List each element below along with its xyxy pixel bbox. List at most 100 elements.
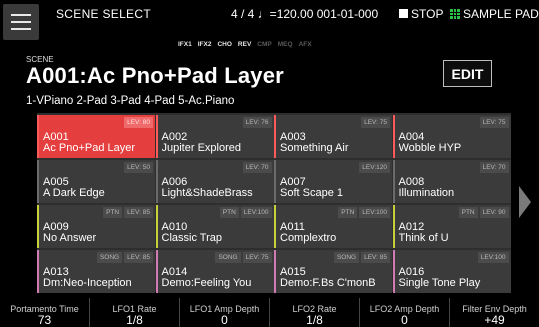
pattern-badge: PTN	[458, 207, 478, 218]
song-badge: SONG	[96, 252, 123, 263]
effect-indicators: IFX1 IFX2 CHO REV CMP MEQ AFX	[178, 41, 312, 48]
menu-icon	[11, 28, 31, 30]
scene-cell[interactable]: PTN LEV:100 A011 Complextro	[274, 205, 392, 248]
scene-tags: LEV:100	[477, 252, 509, 263]
edit-button[interactable]: EDIT	[443, 60, 492, 87]
next-page-arrow-icon[interactable]	[519, 186, 531, 218]
scene-tags: SONG LEV: 85	[96, 252, 153, 263]
scene-name: Demo:F.Bs C'monB	[280, 277, 376, 289]
effect-indicator-cmp: CMP	[257, 41, 272, 48]
scene-tags: LEV: 50	[124, 162, 153, 173]
effect-indicator-ifx2: IFX2	[197, 41, 212, 48]
scene-tags: LEV: 70	[479, 162, 509, 173]
scene-name: Something Air	[280, 142, 349, 154]
scene-name: A Dark Edge	[43, 187, 105, 199]
level-badge: LEV: 75	[361, 117, 390, 128]
scene-cell[interactable]: LEV: 70 A006 Light&ShadeBrass	[155, 160, 274, 203]
stop-icon	[399, 9, 408, 18]
scene-name: Complextro	[280, 232, 337, 244]
scene-cell[interactable]: SONG LEV: 85 A013 Dm:Neo-Inception	[37, 250, 155, 293]
parameter-knob[interactable]: LFO2 Amp Depth 0	[359, 298, 449, 327]
level-badge: LEV: 85	[124, 207, 153, 218]
scene-grid: LEV: 80 A001 Ac Pno+Pad Layer LEV: 76 A002 Ju…	[37, 113, 511, 293]
parameter-knob[interactable]: LFO1 Amp Depth 0	[179, 298, 269, 327]
top-bar: SCENE SELECT 4 / 4 ♩=120.00 001-01-000 S…	[0, 0, 539, 40]
scene-name: Jupiter Explored	[161, 142, 242, 154]
scene-cell[interactable]: SONG LEV: 75 A014 Demo:Feeling You	[155, 250, 274, 293]
scene-tags: LEV: 75	[479, 117, 509, 128]
sample-pad-label[interactable]: SAMPLE PAD	[463, 7, 539, 21]
scene-name: Light&ShadeBrass	[161, 187, 253, 199]
level-badge: LEV: 80	[124, 117, 153, 128]
scene-name: Dm:Neo-Inception	[43, 277, 132, 289]
level-badge: LEV: 85	[124, 252, 153, 263]
level-badge: LEV: 76	[242, 117, 272, 128]
transport-status: STOP	[411, 7, 444, 21]
scene-parts: 1-VPiano 2-Pad 3-Pad 4-Pad 5-Ac.Piano	[26, 95, 235, 107]
level-badge: LEV:100	[240, 207, 272, 218]
pattern-badge: PTN	[338, 207, 358, 218]
scene-title: A001:Ac Pno+Pad Layer	[26, 63, 284, 88]
scene-tags: PTN LEV: 85	[103, 207, 153, 218]
scene-cell[interactable]: LEV: 75 A004 Wobble HYP	[392, 115, 511, 158]
scene-name: Illumination	[398, 187, 455, 199]
scene-cell[interactable]: SONG LEV: 85 A015 Demo:F.Bs C'monB	[274, 250, 392, 293]
effect-indicator-rev: REV	[237, 41, 252, 48]
scene-tags: SONG LEV: 85	[333, 252, 390, 263]
parameter-value: 1/8	[126, 313, 143, 327]
parameter-value: 0	[221, 313, 228, 327]
parameter-knob[interactable]: LFO1 Rate 1/8	[89, 298, 179, 327]
scene-name: Classic Trap	[161, 232, 223, 244]
song-badge: SONG	[215, 252, 241, 263]
parameter-knob[interactable]: LFO2 Rate 1/8	[269, 298, 359, 327]
scene-name: Single Tone Play	[398, 277, 481, 289]
parameter-knob[interactable]: Filter Env Depth +49	[449, 298, 539, 327]
scene-cell[interactable]: LEV: 70 A008 Illumination	[392, 160, 511, 203]
scene-cell[interactable]: LEV:100 A016 Single Tone Play	[392, 250, 511, 293]
scene-cell[interactable]: PTN LEV: 85 A009 No Answer	[37, 205, 155, 248]
level-badge: LEV: 75	[479, 117, 509, 128]
scene-tags: PTN LEV:100	[219, 207, 272, 218]
scene-cell[interactable]: LEV: 50 A005 A Dark Edge	[37, 160, 155, 203]
scene-name: Demo:Feeling You	[161, 277, 252, 289]
song-badge: SONG	[333, 252, 360, 263]
scene-cell[interactable]: LEV: 76 A002 Jupiter Explored	[155, 115, 274, 158]
scene-cell[interactable]: PTN LEV:100 A010 Classic Trap	[155, 205, 274, 248]
scene-cell[interactable]: LEV:120 A007 Soft Scape 1	[274, 160, 392, 203]
scene-cell[interactable]: LEV: 80 A001 Ac Pno+Pad Layer	[37, 115, 155, 158]
level-badge: LEV: 90	[479, 207, 509, 218]
level-badge: LEV:100	[477, 252, 509, 263]
scene-tags: LEV: 76	[242, 117, 272, 128]
tempo-position-readout: 4 / 4 ♩=120.00 001-01-000	[231, 7, 379, 21]
scene-tags: PTN LEV: 90	[458, 207, 509, 218]
level-badge: LEV: 70	[242, 162, 272, 173]
effect-indicator-ifx1: IFX1	[178, 41, 192, 48]
menu-button[interactable]	[3, 4, 39, 40]
scene-name: No Answer	[43, 232, 97, 244]
parameter-strip: Portamento Time 73 LFO1 Rate 1/8 LFO1 Amp De…	[0, 298, 539, 327]
scene-tags: SONG LEV: 75	[215, 252, 272, 263]
level-badge: LEV:100	[359, 207, 390, 218]
effect-indicator-meq: MEQ	[277, 41, 293, 48]
scene-name: Wobble HYP	[398, 142, 462, 154]
scene-tags: LEV: 70	[242, 162, 272, 173]
parameter-value: 1/8	[306, 313, 323, 327]
pattern-badge: PTN	[103, 207, 123, 218]
scene-tags: LEV:120	[359, 162, 390, 173]
level-badge: LEV: 85	[361, 252, 390, 263]
scene-cell[interactable]: LEV: 75 A003 Something Air	[274, 115, 392, 158]
scene-tags: PTN LEV:100	[338, 207, 390, 218]
level-badge: LEV: 75	[242, 252, 272, 263]
scene-name: Think of U	[398, 232, 449, 244]
scene-name: Soft Scape 1	[280, 187, 343, 199]
parameter-value: +49	[484, 313, 505, 327]
scene-tags: LEV: 80	[124, 117, 153, 128]
parameter-knob[interactable]: Portamento Time 73	[0, 298, 89, 327]
level-badge: LEV:120	[359, 162, 390, 173]
scene-cell[interactable]: PTN LEV: 90 A012 Think of U	[392, 205, 511, 248]
sample-pad-icon	[450, 9, 460, 19]
menu-icon	[11, 21, 31, 23]
pattern-badge: PTN	[219, 207, 239, 218]
scene-name: Ac Pno+Pad Layer	[43, 142, 136, 154]
level-badge: LEV: 50	[124, 162, 153, 173]
